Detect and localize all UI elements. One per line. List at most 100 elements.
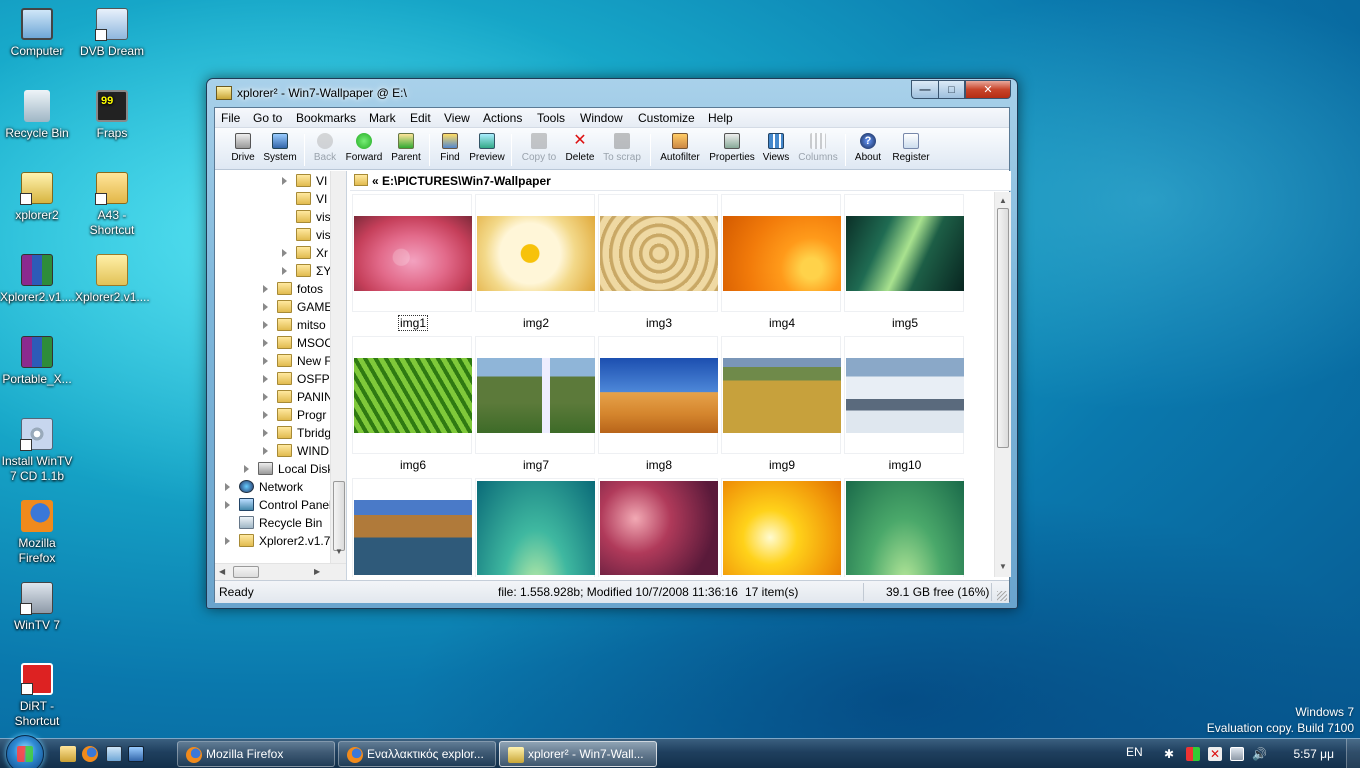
thumbnail-item[interactable] [352,478,472,577]
expand-arrow-icon[interactable] [263,357,268,365]
desktop-icon-xplorer2-folder[interactable]: Xplorer2.v1.... [75,254,150,305]
expand-arrow-icon[interactable] [263,303,268,311]
thumbnail-item[interactable]: img2 [475,194,595,330]
file-pane-scroll-thumb[interactable] [997,208,1009,448]
expand-arrow-icon[interactable] [225,483,230,491]
expand-arrow-icon[interactable] [263,375,268,383]
desktop-icon-a43[interactable]: A43 - Shortcut [75,172,149,238]
expand-arrow-icon[interactable] [263,447,268,455]
forward-button[interactable]: Forward [345,131,383,169]
quick-launch-switch-windows-icon[interactable] [106,746,122,762]
expand-arrow-icon[interactable] [263,393,268,401]
system-button[interactable]: System [263,131,297,169]
expand-arrow-icon[interactable] [282,249,287,257]
close-button[interactable]: ✕ [965,80,1011,99]
minimize-button[interactable]: — [911,80,938,99]
menu-go-to[interactable]: Go to [253,111,282,125]
thumbnail-item[interactable]: img1 [352,194,472,331]
menu-actions[interactable]: Actions [483,111,522,125]
thumbnail-item[interactable]: img9 [721,336,841,472]
thumbnail-item[interactable]: img6 [352,336,472,472]
desktop-icon-firefox[interactable]: Mozilla Firefox [0,500,74,566]
thumbnail-item[interactable]: img5 [844,194,964,330]
desktop-icon-fraps[interactable]: Fraps [75,90,149,141]
menu-edit[interactable]: Edit [410,111,431,125]
taskbar-button-firefox[interactable]: Mozilla Firefox [177,741,335,767]
bluetooth-icon[interactable]: ✱ [1164,747,1178,761]
desktop-icon-xplorer2[interactable]: xplorer2 [0,172,74,223]
scroll-right-arrow-icon[interactable]: ▶ [314,567,320,576]
scroll-down-arrow-icon[interactable]: ▼ [335,547,343,556]
drive-button[interactable]: Drive [229,131,257,169]
delete-button[interactable]: ✕ Delete [565,131,595,169]
expand-arrow-icon[interactable] [263,339,268,347]
expand-arrow-icon[interactable] [225,501,230,509]
menu-customize[interactable]: Customize [638,111,695,125]
expand-arrow-icon[interactable] [282,177,287,185]
desktop-icon-computer[interactable]: Computer [0,8,74,59]
maximize-button[interactable]: □ [938,80,965,99]
thumbnail-item[interactable] [475,478,595,577]
start-button[interactable] [6,735,44,768]
thumbnail-item[interactable]: img7 [475,336,595,472]
desktop-icon-dirt[interactable]: DiRT - Shortcut [0,663,74,729]
tree-vertical-scrollbar[interactable]: ▼ [330,171,346,563]
scroll-down-arrow-icon[interactable]: ▼ [999,562,1007,571]
file-pane-vertical-scrollbar[interactable]: ▲ ▼ [994,192,1011,577]
to-scrap-button[interactable]: To scrap [601,131,643,169]
thumbnail-item[interactable]: img4 [721,194,841,330]
network-tray-icon[interactable] [1230,747,1244,761]
thumbnail-item[interactable] [598,478,718,577]
menu-mark[interactable]: Mark [369,111,396,125]
thumbnail-item[interactable]: img8 [598,336,718,472]
tree-scroll-thumb[interactable] [333,481,345,551]
tree-hscroll-thumb[interactable] [233,566,259,578]
current-path[interactable]: « E:\PICTURES\Win7-Wallpaper [372,174,551,188]
menu-help[interactable]: Help [708,111,733,125]
menu-file[interactable]: File [221,111,240,125]
expand-arrow-icon[interactable] [244,465,249,473]
parent-button[interactable]: Parent [389,131,423,169]
thumbnail-item[interactable]: img10 [844,336,964,472]
views-button[interactable]: Views [761,131,791,169]
thumbnail-item[interactable] [844,478,964,577]
clock[interactable]: 5:57 μμ [1293,747,1334,761]
menu-bookmarks[interactable]: Bookmarks [296,111,356,125]
desktop-icon-xplorer2-rar[interactable]: Xplorer2.v1.... [0,254,75,305]
desktop-icon-wintv7[interactable]: WinTV 7 [0,582,74,633]
tree-horizontal-scrollbar[interactable]: ◀ ▶ [215,563,346,580]
volume-icon[interactable]: 🔊 [1252,747,1267,761]
columns-button[interactable]: Columns [797,131,839,169]
desktop-icon-portable-x[interactable]: Portable_X... [0,336,74,387]
action-center-warning-icon[interactable]: ✕ [1208,747,1222,761]
menu-tools[interactable]: Tools [537,111,565,125]
menu-view[interactable]: View [444,111,470,125]
show-desktop-button[interactable] [1346,739,1360,768]
desktop-icon-dvb-dream[interactable]: DVB Dream [75,8,149,59]
address-bar[interactable]: « E:\PICTURES\Win7-Wallpaper [350,171,1011,191]
expand-arrow-icon[interactable] [225,537,230,545]
window-titlebar[interactable]: xplorer² - Win7-Wallpaper @ E:\ — □ ✕ [207,79,1017,107]
expand-arrow-icon[interactable] [282,267,287,275]
expand-arrow-icon[interactable] [263,285,268,293]
taskbar-button-firefox-2[interactable]: Εναλλακτικός explor... [338,741,496,767]
security-center-icon[interactable] [1186,747,1200,761]
about-button[interactable]: ? About [853,131,883,169]
scroll-up-arrow-icon[interactable]: ▲ [999,196,1007,205]
scroll-left-arrow-icon[interactable]: ◀ [219,567,225,576]
desktop-icon-recycle-bin[interactable]: Recycle Bin [0,90,74,141]
back-button[interactable]: Back [311,131,339,169]
resize-grip[interactable] [997,591,1007,601]
copy-to-button[interactable]: Copy to [519,131,559,169]
find-button[interactable]: Find [437,131,463,169]
taskbar-button-xplorer2[interactable]: xplorer² - Win7-Wall... [499,741,657,767]
expand-arrow-icon[interactable] [263,321,268,329]
menu-window[interactable]: Window [580,111,623,125]
xplorer2-app-icon[interactable] [216,86,232,100]
quick-launch-show-desktop-icon[interactable] [128,746,144,762]
desktop-icon-install-wintv[interactable]: Install WinTV 7 CD 1.1b [0,418,74,484]
thumbnail-item[interactable]: img3 [598,194,718,330]
expand-arrow-icon[interactable] [263,429,268,437]
register-button[interactable]: Register [891,131,931,169]
language-indicator[interactable]: EN [1126,745,1143,759]
